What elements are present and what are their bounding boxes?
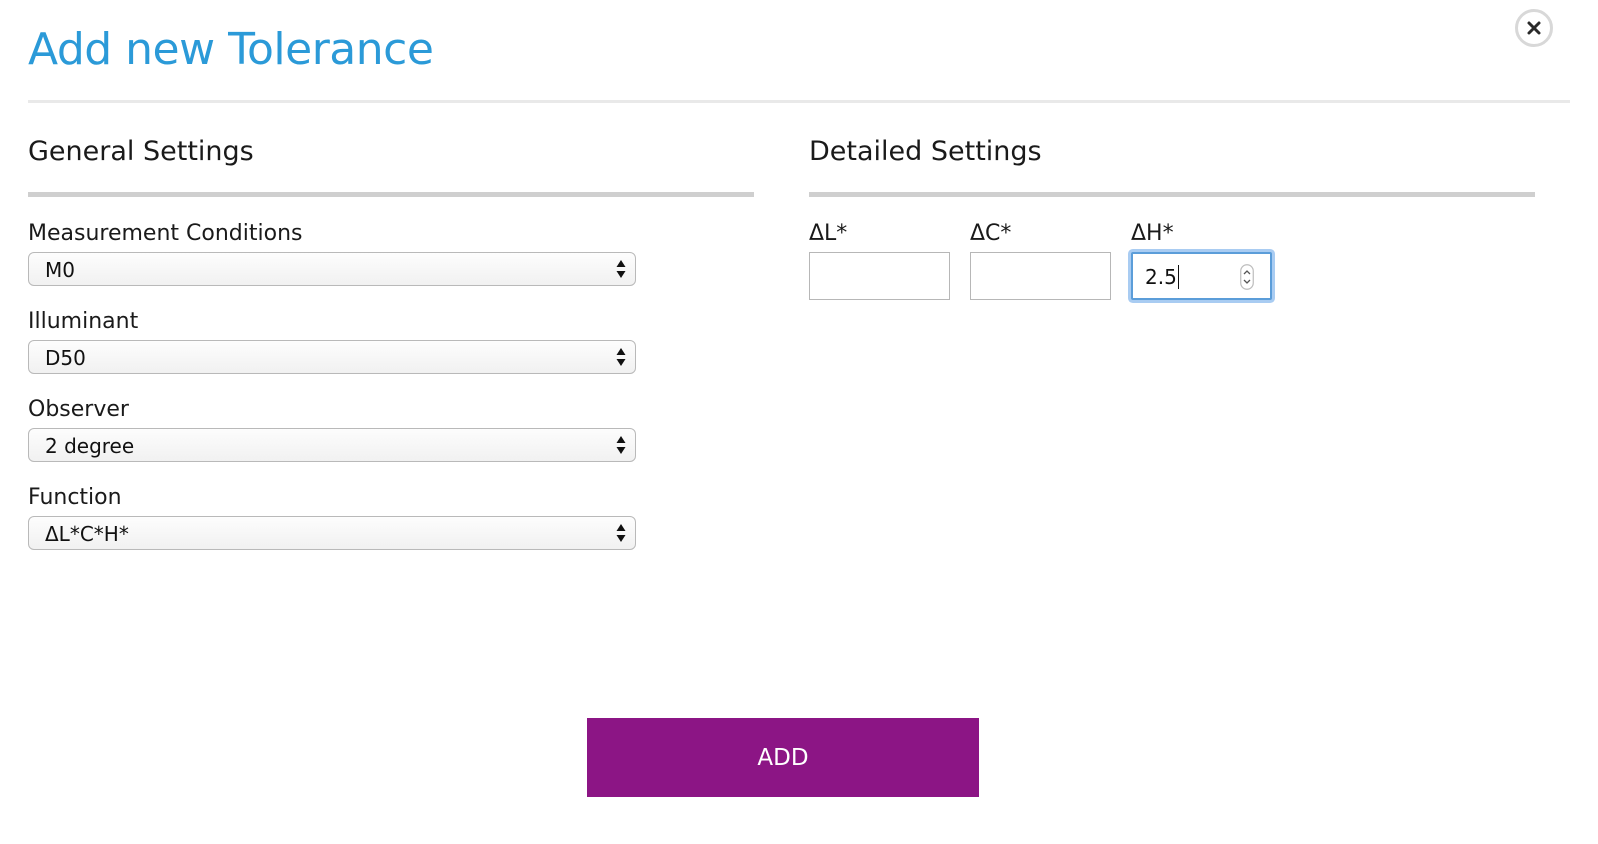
delta-c-input[interactable] [970, 252, 1111, 300]
spinner-icon[interactable] [1240, 264, 1254, 290]
observer-label: Observer [28, 397, 129, 422]
select-arrows-icon [616, 435, 626, 455]
observer-value: 2 degree [45, 434, 135, 458]
add-button[interactable]: ADD [587, 718, 979, 797]
close-button[interactable] [1515, 9, 1553, 47]
delta-h-input[interactable]: 2.5 [1131, 252, 1272, 300]
detailed-settings-divider [809, 192, 1535, 197]
general-settings-divider [28, 192, 754, 197]
text-caret [1177, 265, 1180, 289]
delta-h-value: 2.5 [1145, 265, 1177, 289]
function-value: ΔL*C*H* [45, 522, 129, 546]
detailed-settings-title: Detailed Settings [809, 136, 1042, 167]
close-icon [1526, 20, 1542, 36]
dialog-title: Add new Tolerance [28, 24, 434, 75]
select-arrows-icon [616, 347, 626, 367]
illuminant-label: Illuminant [28, 309, 139, 334]
delta-c-label: ΔC* [970, 221, 1012, 246]
illuminant-select[interactable]: D50 [28, 340, 636, 374]
select-arrows-icon [616, 523, 626, 543]
measurement-conditions-select[interactable]: M0 [28, 252, 636, 286]
measurement-conditions-value: M0 [45, 258, 75, 282]
illuminant-value: D50 [45, 346, 86, 370]
delta-l-label: ΔL* [809, 221, 848, 246]
function-label: Function [28, 485, 122, 510]
general-settings-title: General Settings [28, 136, 254, 167]
function-select[interactable]: ΔL*C*H* [28, 516, 636, 550]
title-divider [28, 100, 1570, 103]
observer-select[interactable]: 2 degree [28, 428, 636, 462]
measurement-conditions-label: Measurement Conditions [28, 221, 303, 246]
delta-l-input[interactable] [809, 252, 950, 300]
delta-h-label: ΔH* [1131, 221, 1174, 246]
select-arrows-icon [616, 259, 626, 279]
